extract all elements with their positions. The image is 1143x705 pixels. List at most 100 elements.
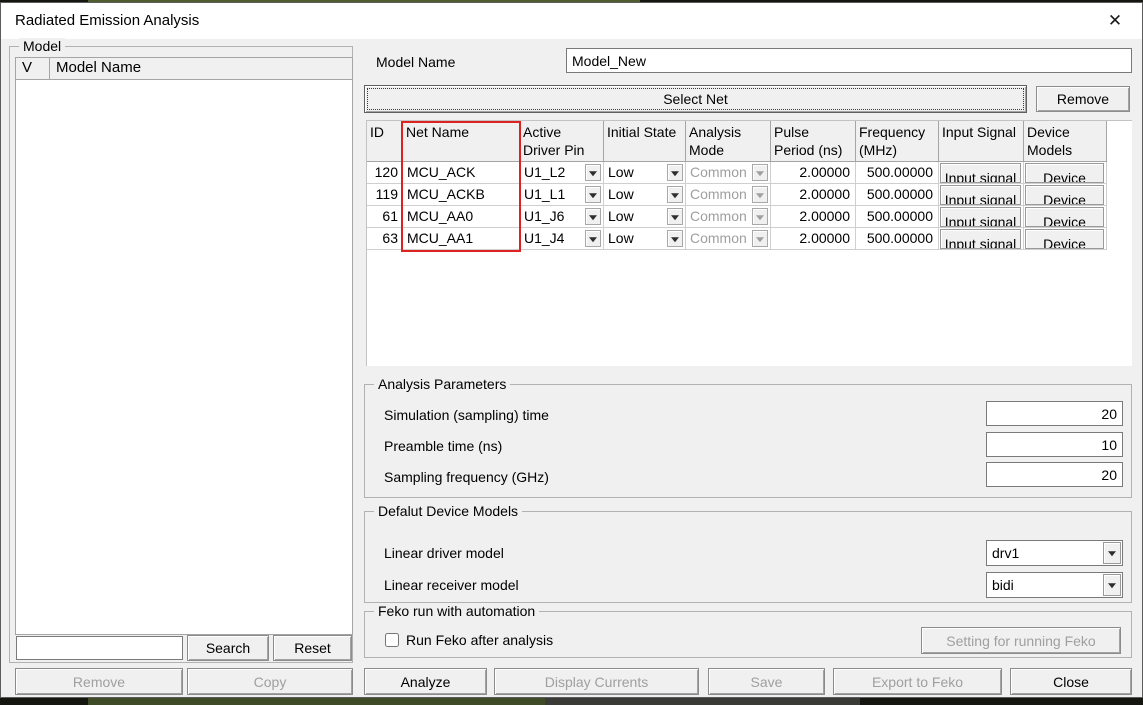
- col-header-analysis-mode: Analysis Mode: [686, 121, 771, 161]
- device-models-button[interactable]: Device: [1025, 207, 1104, 227]
- driver-pin-select[interactable]: U1_L1: [520, 184, 604, 206]
- cell-frequency: 500.00000: [856, 184, 939, 206]
- close-icon[interactable]: ✕: [1098, 3, 1132, 39]
- chevron-down-icon: [752, 186, 768, 203]
- linear-driver-model-value: drv1: [992, 545, 1019, 561]
- net-table: ID Net Name Active Driver Pin Initial St…: [366, 120, 1132, 366]
- chevron-down-icon: [752, 164, 768, 181]
- reset-button[interactable]: Reset: [273, 635, 352, 661]
- analysis-mode-select: Common: [686, 162, 771, 184]
- model-copy-button: Copy: [187, 668, 353, 695]
- net-remove-button[interactable]: Remove: [1036, 86, 1130, 112]
- model-list-header: V Model Name: [16, 58, 352, 80]
- col-header-net-name: Net Name: [403, 121, 520, 161]
- chevron-down-icon[interactable]: [667, 186, 683, 203]
- cell-id: 119: [367, 184, 403, 206]
- net-table-body: 120MCU_ACKU1_L2LowCommon2.00000500.00000…: [367, 162, 1107, 250]
- cell-pulse-period: 2.00000: [771, 206, 856, 228]
- initial-state-select[interactable]: Low: [604, 184, 686, 206]
- chevron-down-icon[interactable]: [667, 208, 683, 225]
- model-list-header-name: Model Name: [50, 58, 352, 79]
- chevron-down-icon[interactable]: [585, 208, 601, 225]
- sampling-frequency-input[interactable]: [986, 462, 1123, 487]
- desktop-background: [88, 698, 545, 705]
- analysis-mode-select: Common: [686, 184, 771, 206]
- chevron-down-icon[interactable]: [585, 186, 601, 203]
- col-header-frequency: Frequency (MHz): [856, 121, 939, 161]
- initial-state-select[interactable]: Low: [604, 228, 686, 250]
- cell-pulse-period: 2.00000: [771, 184, 856, 206]
- table-row: 61MCU_AA0U1_J6LowCommon2.00000500.00000I…: [367, 206, 1107, 228]
- model-remove-button: Remove: [15, 668, 183, 695]
- cell-frequency: 500.00000: [856, 228, 939, 250]
- model-list[interactable]: V Model Name: [15, 57, 353, 635]
- chevron-down-icon[interactable]: [667, 164, 683, 181]
- select-net-button[interactable]: Select Net: [364, 85, 1027, 113]
- analysis-mode-select: Common: [686, 228, 771, 250]
- device-models-button[interactable]: Device: [1025, 163, 1104, 183]
- cell-id: 61: [367, 206, 403, 228]
- chevron-down-icon[interactable]: [667, 230, 683, 247]
- col-header-id: ID: [367, 121, 403, 161]
- model-list-header-check: V: [16, 58, 50, 79]
- simulation-time-input[interactable]: [986, 401, 1123, 426]
- input-signal-button[interactable]: Input signal: [940, 207, 1021, 227]
- table-row: 119MCU_ACKBU1_L1LowCommon2.00000500.0000…: [367, 184, 1107, 206]
- chevron-down-icon[interactable]: [585, 164, 601, 181]
- feko-run-group-label: Feko run with automation: [374, 603, 539, 619]
- table-row: 120MCU_ACKU1_L2LowCommon2.00000500.00000…: [367, 162, 1107, 184]
- driver-pin-select[interactable]: U1_J4: [520, 228, 604, 250]
- save-button: Save: [708, 668, 825, 695]
- preamble-time-label: Preamble time (ns): [384, 438, 502, 454]
- simulation-time-label: Simulation (sampling) time: [384, 407, 549, 423]
- table-row: 63MCU_AA1U1_J4LowCommon2.00000500.00000I…: [367, 228, 1107, 250]
- setting-for-running-feko-button: Setting for running Feko: [921, 627, 1121, 654]
- run-feko-checkbox-label: Run Feko after analysis: [406, 632, 553, 648]
- close-button[interactable]: Close: [1010, 668, 1132, 695]
- desktop-background: [545, 698, 860, 705]
- linear-receiver-model-value: bidi: [992, 577, 1014, 593]
- chevron-down-icon[interactable]: [1103, 574, 1121, 596]
- input-signal-button[interactable]: Input signal: [940, 163, 1021, 183]
- driver-pin-select[interactable]: U1_J6: [520, 206, 604, 228]
- linear-receiver-model-select[interactable]: bidi: [986, 572, 1123, 598]
- chevron-down-icon: [752, 208, 768, 225]
- model-name-input[interactable]: [566, 48, 1132, 73]
- search-button[interactable]: Search: [187, 635, 269, 661]
- analyze-button[interactable]: Analyze: [364, 668, 487, 695]
- default-device-models-group-label: Defalut Device Models: [374, 503, 522, 519]
- sampling-frequency-label: Sampling frequency (GHz): [384, 469, 549, 485]
- input-signal-button[interactable]: Input signal: [940, 229, 1021, 249]
- initial-state-select[interactable]: Low: [604, 206, 686, 228]
- display-currents-button: Display Currents: [494, 668, 699, 695]
- cell-frequency: 500.00000: [856, 162, 939, 184]
- initial-state-select[interactable]: Low: [604, 162, 686, 184]
- col-header-initial-state: Initial State: [604, 121, 686, 161]
- device-models-button[interactable]: Device: [1025, 185, 1104, 205]
- net-table-header: ID Net Name Active Driver Pin Initial St…: [367, 121, 1107, 162]
- linear-driver-model-select[interactable]: drv1: [986, 540, 1123, 566]
- model-search-input[interactable]: [16, 636, 183, 660]
- title-bar: Radiated Emission Analysis ✕: [1, 3, 1142, 39]
- col-header-pulse-period: Pulse Period (ns): [771, 121, 856, 161]
- col-header-active-driver-pin: Active Driver Pin: [520, 121, 604, 161]
- driver-pin-select[interactable]: U1_L2: [520, 162, 604, 184]
- analysis-parameters-group-label: Analysis Parameters: [374, 376, 510, 392]
- dialog-radiated-emission-analysis: Radiated Emission Analysis ✕ Model V Mod…: [0, 2, 1143, 698]
- input-signal-button[interactable]: Input signal: [940, 185, 1021, 205]
- model-group-label: Model: [19, 38, 65, 54]
- run-feko-checkbox[interactable]: [385, 633, 399, 647]
- preamble-time-input[interactable]: [986, 432, 1123, 457]
- cell-pulse-period: 2.00000: [771, 228, 856, 250]
- cell-frequency: 500.00000: [856, 206, 939, 228]
- analysis-mode-select: Common: [686, 206, 771, 228]
- chevron-down-icon[interactable]: [585, 230, 601, 247]
- cell-net-name: MCU_ACKB: [403, 184, 520, 206]
- cell-net-name: MCU_AA1: [403, 228, 520, 250]
- cell-net-name: MCU_AA0: [403, 206, 520, 228]
- chevron-down-icon[interactable]: [1103, 542, 1121, 564]
- cell-pulse-period: 2.00000: [771, 162, 856, 184]
- cell-id: 63: [367, 228, 403, 250]
- dialog-title: Radiated Emission Analysis: [15, 3, 199, 39]
- device-models-button[interactable]: Device: [1025, 229, 1104, 249]
